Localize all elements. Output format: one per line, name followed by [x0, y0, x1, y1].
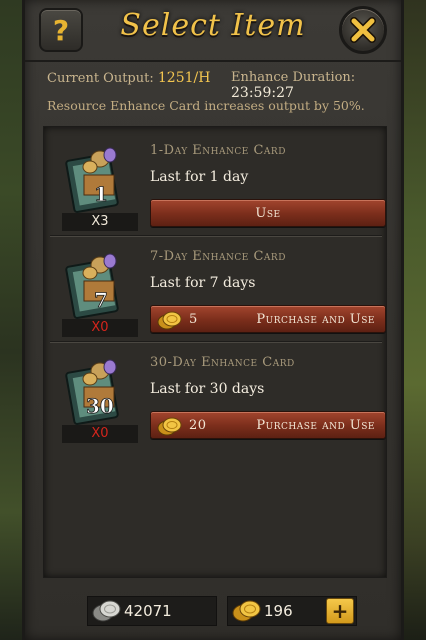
- use-button-label: Use: [255, 206, 281, 221]
- card-badge: 1: [94, 182, 108, 206]
- enhance-card-icon: 7: [64, 251, 128, 319]
- card-name: 1-Day Enhance Card: [150, 143, 286, 158]
- price-value: 20: [189, 418, 207, 433]
- purchase-button-label: Purchase and Use: [256, 418, 375, 433]
- enhance-duration-value: 23:59:27: [231, 85, 294, 101]
- use-button[interactable]: Use: [150, 199, 386, 227]
- enhance-card-icon: 30: [64, 357, 128, 425]
- card-badge: 7: [94, 288, 108, 312]
- add-gold-button[interactable]: +: [326, 598, 354, 624]
- current-output-label: Current Output:: [47, 71, 154, 86]
- purchase-button-label: Purchase and Use: [256, 312, 375, 327]
- divider: [50, 235, 382, 237]
- silver-amount: 42071: [124, 602, 172, 620]
- list-item: 7 X0 7-Day Enhance Card Last for 7 days …: [50, 239, 386, 343]
- silver-coin-icon: [92, 599, 122, 627]
- divider: [50, 341, 382, 343]
- item-quantity: X0: [62, 319, 138, 337]
- gold-amount: 196: [264, 602, 293, 620]
- card-description: Last for 1 day: [150, 169, 249, 185]
- gold-coin-icon: [232, 599, 262, 627]
- gold-coin-icon: [157, 310, 183, 334]
- card-name: 7-Day Enhance Card: [150, 249, 286, 264]
- close-button[interactable]: [339, 6, 387, 54]
- price-value: 5: [189, 312, 198, 327]
- item-quantity: X0: [62, 425, 138, 443]
- item-quantity: X3: [62, 213, 138, 231]
- card-badge: 30: [86, 394, 114, 418]
- purchase-and-use-button[interactable]: 20 Purchase and Use: [150, 411, 386, 439]
- card-description: Last for 7 days: [150, 275, 256, 291]
- enhance-card-icon: 1: [64, 145, 128, 213]
- silver-balance: 42071: [87, 596, 217, 626]
- gold-coin-icon: [157, 416, 183, 440]
- panel-header: ? Select Item: [25, 0, 401, 62]
- card-name: 30-Day Enhance Card: [150, 355, 295, 370]
- gold-balance: 196 +: [227, 596, 357, 626]
- list-item: 30 X0 30-Day Enhance Card Last for 30 da…: [50, 345, 386, 445]
- current-output-value: 1251/H: [157, 70, 211, 86]
- item-list: 1 X3 1-Day Enhance Card Last for 1 day U…: [43, 126, 387, 578]
- enhance-duration-label: Enhance Duration:: [231, 70, 356, 85]
- select-item-panel: ? Select Item Current Output: 1251/H Enh…: [22, 0, 404, 640]
- list-item: 1 X3 1-Day Enhance Card Last for 1 day U…: [50, 133, 386, 237]
- output-info: Current Output: 1251/H Enhance Duration:…: [47, 70, 387, 113]
- close-icon: [350, 17, 376, 43]
- card-description: Last for 30 days: [150, 381, 265, 397]
- plus-icon: +: [331, 599, 349, 623]
- purchase-and-use-button[interactable]: 5 Purchase and Use: [150, 305, 386, 333]
